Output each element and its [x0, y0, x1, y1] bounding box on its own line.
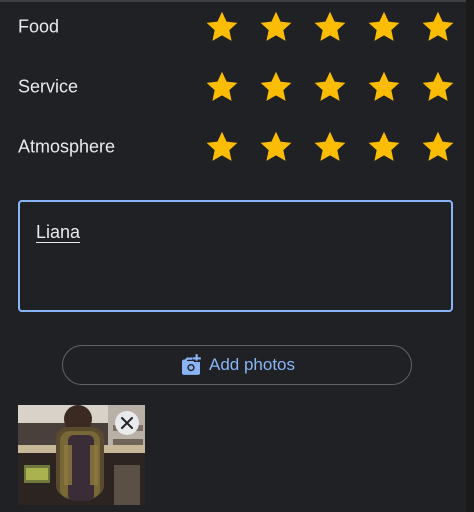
top-divider — [0, 0, 466, 2]
star-icon[interactable] — [420, 129, 456, 165]
rating-row-atmosphere: Atmosphere — [18, 127, 468, 167]
star-icon[interactable] — [312, 129, 348, 165]
rating-row-service: Service — [18, 67, 468, 107]
close-icon — [120, 416, 134, 430]
rating-label-atmosphere: Atmosphere — [18, 136, 116, 157]
star-icon[interactable] — [312, 9, 348, 45]
star-icon[interactable] — [420, 9, 456, 45]
star-icon[interactable] — [204, 9, 240, 45]
star-icon[interactable] — [420, 69, 456, 105]
star-icon[interactable] — [312, 69, 348, 105]
star-icon[interactable] — [204, 69, 240, 105]
rating-row-food: Food — [18, 7, 468, 47]
rating-label-food: Food — [18, 16, 60, 37]
star-icon[interactable] — [204, 129, 240, 165]
review-text-input[interactable]: Liana — [18, 200, 453, 312]
star-icon[interactable] — [366, 69, 402, 105]
add-photos-label: Add photos — [208, 355, 295, 374]
star-icon[interactable] — [258, 9, 294, 45]
remove-photo-button[interactable] — [115, 411, 139, 435]
star-icon[interactable] — [366, 9, 402, 45]
review-text-value: Liana — [36, 222, 81, 242]
star-icon[interactable] — [258, 69, 294, 105]
star-icon[interactable] — [258, 129, 294, 165]
add-photo-icon — [179, 353, 203, 377]
star-icon[interactable] — [366, 129, 402, 165]
add-photos-button[interactable]: Add photos — [62, 345, 412, 385]
rating-label-service: Service — [18, 76, 79, 97]
